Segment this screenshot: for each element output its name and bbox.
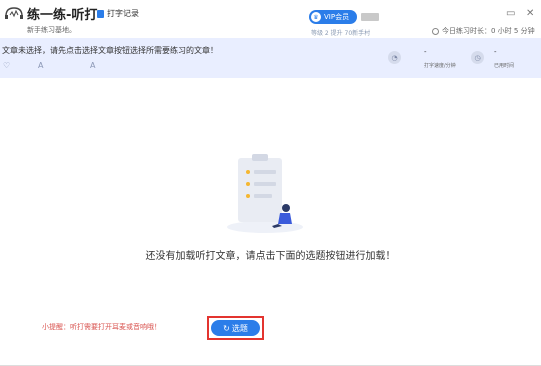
timer-icon: ◷: [471, 51, 484, 64]
speed-icon: ◔: [388, 51, 401, 64]
close-icon[interactable]: ✕: [526, 8, 534, 19]
font-icon[interactable]: A: [38, 61, 43, 70]
refresh-icon: ↻: [223, 323, 230, 333]
reminder-tip: 小提醒：听打需要打开耳麦或音响哦！: [42, 323, 161, 331]
article-notice: 文章未选择，请先点击选择文章按钮选择所需要练习的文章！: [2, 46, 218, 55]
vip-badge[interactable]: ♛ VIP会员: [309, 10, 357, 24]
typing-record-link[interactable]: 打字记录: [97, 8, 139, 19]
typing-record-label: 打字记录: [107, 9, 139, 18]
select-button-highlight: ↻ 选题: [207, 316, 264, 340]
select-topic-button[interactable]: ↻ 选题: [211, 320, 260, 336]
speed-label: 打字速度/分钟: [424, 63, 456, 69]
article-info-bar: [0, 38, 541, 78]
time-label: 已用时间: [494, 63, 515, 69]
speed-value: -: [424, 48, 427, 56]
user-level: 等级 2 提升 70新手村: [311, 30, 371, 37]
app-subtitle: 新手练习基地。: [27, 26, 76, 34]
vip-crown-icon: ♛: [311, 12, 321, 22]
app-title: 练一练-听打: [27, 8, 98, 23]
today-practice-time: 今日练习时长：0 小时 5 分钟: [432, 26, 535, 36]
edit-icon[interactable]: A: [90, 61, 95, 70]
today-practice-label: 今日练习时长：0 小时 5 分钟: [442, 27, 535, 35]
headphones-logo-icon: [5, 7, 23, 19]
empty-state-message: 还没有加载听打文章，请点击下面的选题按钮进行加载！: [145, 251, 396, 262]
empty-clipboard-illustration: [227, 154, 303, 233]
select-topic-label: 选题: [231, 323, 248, 333]
heart-icon[interactable]: ♡: [3, 61, 10, 70]
clock-icon: [432, 27, 439, 35]
title-bar: 练一练-听打 新手练习基地。 打字记录 ♛ VIP会员 等级 2 提升 70新手…: [0, 0, 541, 39]
time-value: -: [494, 48, 497, 56]
vip-label: VIP会员: [324, 13, 350, 21]
username-redacted: [361, 13, 379, 21]
restore-window-icon[interactable]: ▭: [506, 8, 515, 19]
document-icon: [97, 9, 104, 18]
